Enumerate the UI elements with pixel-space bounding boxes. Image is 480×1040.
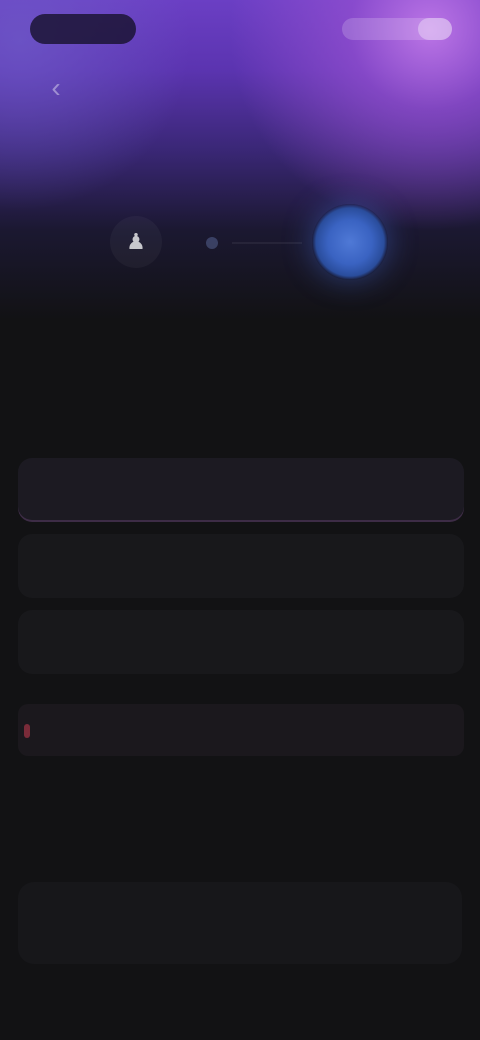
form-field-3[interactable] — [18, 610, 464, 674]
details-form — [18, 458, 464, 686]
status-time-pill — [30, 14, 136, 44]
info-note — [18, 704, 464, 756]
app-screen: ‹ ♟ — [0, 0, 480, 1040]
form-field-2[interactable] — [18, 534, 464, 598]
step-separator-dot — [206, 237, 218, 249]
status-bar — [0, 0, 480, 56]
step-indicator: ♟ — [0, 200, 480, 290]
form-field-1[interactable] — [18, 458, 464, 522]
chevron-left-icon: ‹ — [51, 72, 61, 103]
note-marker — [24, 724, 30, 738]
step-connector — [232, 242, 302, 244]
continue-button[interactable] — [18, 882, 462, 964]
person-icon: ♟ — [126, 229, 146, 254]
back-button[interactable]: ‹ — [38, 70, 74, 106]
step-1-completed: ♟ — [110, 216, 162, 268]
status-indicators — [342, 18, 452, 40]
step-2-active — [312, 204, 388, 280]
